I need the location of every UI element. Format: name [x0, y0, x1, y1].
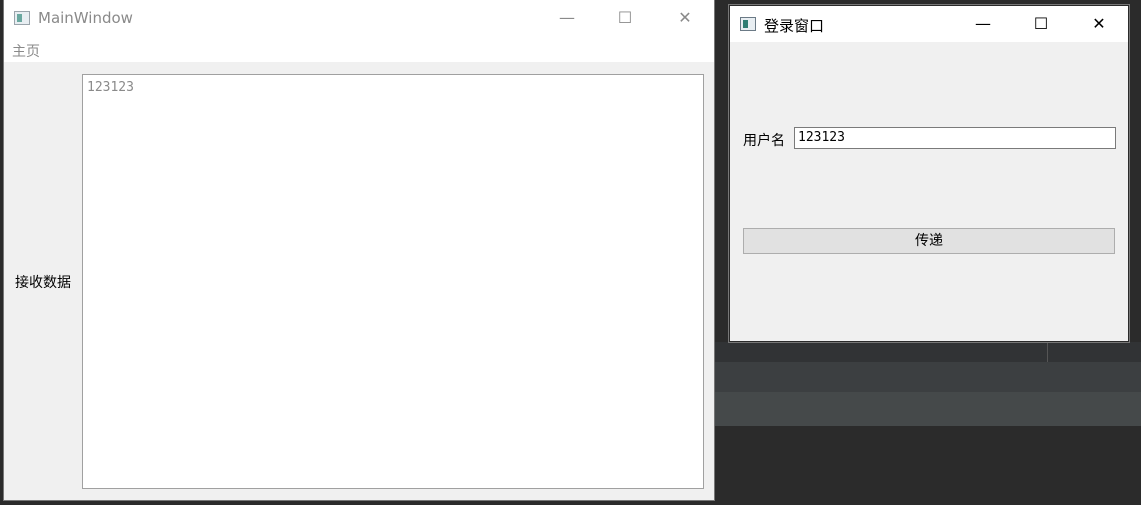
- menu-item-home[interactable]: 主页: [12, 41, 40, 61]
- background-ide-panel: [714, 362, 1141, 392]
- login-window: 登录窗口 — ☐ ✕ 用户名 123123 传递: [729, 5, 1129, 342]
- maximize-icon[interactable]: ☐: [1012, 6, 1070, 42]
- login-window-titlebar[interactable]: 登录窗口 — ☐ ✕: [730, 6, 1128, 42]
- main-window-titlebar[interactable]: MainWindow — ☐ ✕: [4, 0, 714, 35]
- received-data-textarea[interactable]: 123123: [82, 74, 704, 489]
- maximize-icon[interactable]: ☐: [596, 0, 654, 36]
- app-window-icon: [740, 17, 756, 31]
- minimize-icon[interactable]: —: [954, 6, 1012, 42]
- username-label: 用户名: [743, 133, 785, 149]
- minimize-icon[interactable]: —: [538, 0, 596, 36]
- menu-bar: 主页: [4, 35, 714, 62]
- background-ide-panel: [714, 392, 1141, 426]
- receive-data-label: 接收数据: [15, 275, 71, 291]
- close-icon[interactable]: ✕: [1070, 6, 1128, 42]
- background-divider: [1047, 342, 1048, 362]
- received-data-text: 123123: [87, 80, 134, 95]
- main-window-title: MainWindow: [38, 9, 133, 27]
- close-icon[interactable]: ✕: [656, 0, 714, 36]
- login-window-title: 登录窗口: [764, 17, 825, 35]
- main-window: MainWindow — ☐ ✕ 主页 接收数据 123123: [4, 0, 714, 500]
- username-input[interactable]: 123123: [794, 127, 1116, 149]
- app-window-icon: [14, 11, 30, 25]
- send-button[interactable]: 传递: [743, 228, 1115, 254]
- background-ide-panel: [714, 342, 1141, 362]
